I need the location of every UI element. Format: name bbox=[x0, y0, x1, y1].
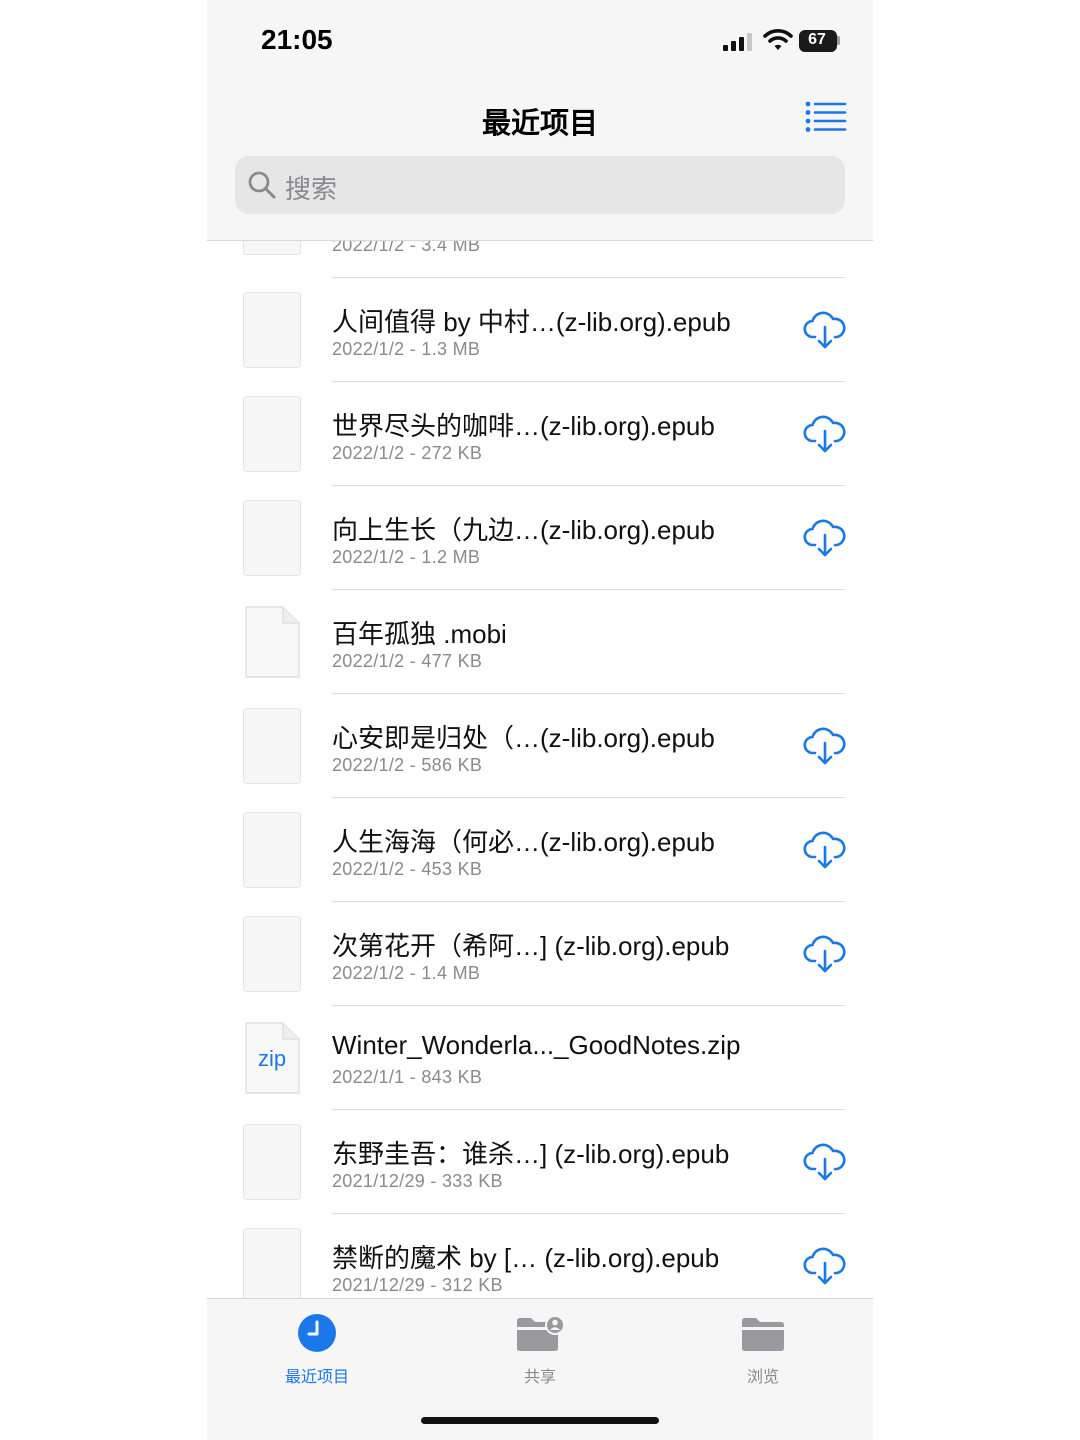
status-bar: 21:05 67 bbox=[207, 0, 873, 84]
battery-icon: 67 bbox=[799, 30, 840, 52]
navigation-header: 最近项目 搜索 bbox=[207, 84, 873, 241]
file-row[interactable]: 向上生长（九边…(z-lib.org).epub 2022/1/2 - 1.2 M… bbox=[207, 486, 873, 590]
phone-screen: 21:05 67 最近项目 搜索 2022/1/2 - 3.4 MB 人间值得 … bbox=[207, 0, 873, 1440]
file-thumbnail bbox=[243, 1228, 301, 1298]
cellular-signal-icon bbox=[723, 33, 752, 51]
file-name: 东野圭吾：谁杀…] (z-lib.org).epub bbox=[332, 1139, 730, 1169]
file-thumbnail bbox=[243, 916, 301, 992]
shared-folder-icon bbox=[517, 1315, 565, 1351]
file-row[interactable]: 禁断的魔术 by [… (z-lib.org).epub 2021/12/29 -… bbox=[207, 1214, 873, 1298]
file-thumbnail bbox=[243, 241, 301, 255]
wifi-icon bbox=[763, 29, 793, 50]
cloud-download-icon[interactable] bbox=[803, 310, 847, 350]
file-thumbnail bbox=[243, 708, 301, 784]
file-name: 世界尽头的咖啡…(z-lib.org).epub bbox=[332, 411, 715, 441]
file-thumbnail bbox=[243, 292, 301, 368]
cloud-download-icon[interactable] bbox=[803, 414, 847, 454]
tab-label: 最近项目 bbox=[284, 1369, 349, 1386]
file-thumbnail bbox=[243, 396, 301, 472]
cloud-download-icon[interactable] bbox=[803, 518, 847, 558]
file-name: 人生海海（何必…(z-lib.org).epub bbox=[332, 827, 715, 857]
tab-bar: 最近项目 共享 浏览 bbox=[207, 1298, 873, 1440]
search-placeholder: 搜索 bbox=[285, 174, 338, 204]
tab-label: 共享 bbox=[523, 1369, 556, 1386]
status-time: 21:05 bbox=[261, 24, 333, 55]
tab-label: 浏览 bbox=[746, 1369, 779, 1386]
file-row[interactable]: 人生海海（何必…(z-lib.org).epub 2022/1/2 - 453 K… bbox=[207, 798, 873, 902]
file-row[interactable]: 世界尽头的咖啡…(z-lib.org).epub 2022/1/2 - 272 K… bbox=[207, 382, 873, 486]
file-meta: 2022/1/1 - 843 KB bbox=[332, 1067, 483, 1087]
file-meta: 2022/1/2 - 586 KB bbox=[332, 755, 483, 775]
file-name: 禁断的魔术 by [… (z-lib.org).epub bbox=[332, 1243, 720, 1273]
page-title: 最近项目 bbox=[481, 108, 598, 140]
cloud-download-icon[interactable] bbox=[803, 830, 847, 870]
file-row[interactable]: 2022/1/2 - 3.4 MB bbox=[207, 241, 873, 278]
file-name: Winter_Wonderla..._GoodNotes.zip bbox=[332, 1030, 741, 1060]
file-meta: 2022/1/2 - 453 KB bbox=[332, 859, 483, 879]
file-thumbnail bbox=[243, 500, 301, 576]
file-meta: 2022/1/2 - 1.2 MB bbox=[332, 547, 481, 567]
file-name: 次第花开（希阿…] (z-lib.org).epub bbox=[332, 931, 730, 961]
search-icon bbox=[248, 171, 276, 199]
tab-browse[interactable]: 浏览 bbox=[693, 1311, 833, 1386]
file-name: 心安即是归处（…(z-lib.org).epub bbox=[332, 723, 715, 753]
file-thumbnail bbox=[243, 812, 301, 888]
file-meta: 2021/12/29 - 333 KB bbox=[332, 1171, 503, 1191]
cloud-download-icon[interactable] bbox=[803, 934, 847, 974]
file-row[interactable]: 人间值得 by 中村…(z-lib.org).epub 2022/1/2 - 1.… bbox=[207, 278, 873, 382]
file-row[interactable]: 次第花开（希阿…] (z-lib.org).epub 2022/1/2 - 1.4… bbox=[207, 902, 873, 1006]
file-meta: 2022/1/2 - 272 KB bbox=[332, 443, 483, 463]
home-indicator bbox=[421, 1417, 659, 1424]
file-row[interactable]: 东野圭吾：谁杀…] (z-lib.org).epub 2021/12/29 - 3… bbox=[207, 1110, 873, 1214]
tab-recents[interactable]: 最近项目 bbox=[247, 1311, 387, 1386]
file-name: 百年孤独 .mobi bbox=[332, 619, 507, 649]
file-type-label: zip bbox=[257, 1046, 287, 1071]
cloud-download-icon[interactable] bbox=[803, 726, 847, 766]
file-meta: 2022/1/2 - 477 KB bbox=[332, 651, 483, 671]
file-meta: 2021/12/29 - 312 KB bbox=[332, 1275, 503, 1295]
file-meta: 2022/1/2 - 1.4 MB bbox=[332, 963, 481, 983]
cloud-download-icon[interactable] bbox=[803, 1246, 847, 1286]
battery-percentage: 67 bbox=[808, 31, 826, 48]
list-view-icon[interactable] bbox=[805, 100, 847, 134]
file-meta: 2022/1/2 - 1.3 MB bbox=[332, 339, 481, 359]
file-row[interactable]: 百年孤独 .mobi 2022/1/2 - 477 KB bbox=[207, 590, 873, 694]
file-row[interactable]: zip Winter_Wonderla..._GoodNotes.zip 2022/… bbox=[207, 1006, 873, 1110]
search-input[interactable]: 搜索 bbox=[235, 156, 845, 214]
zip-document-icon: zip bbox=[243, 1020, 301, 1096]
file-name: 向上生长（九边…(z-lib.org).epub bbox=[332, 515, 715, 545]
file-row[interactable]: 心安即是归处（…(z-lib.org).epub 2022/1/2 - 586 K… bbox=[207, 694, 873, 798]
cloud-download-icon[interactable] bbox=[803, 1142, 847, 1182]
folder-icon bbox=[742, 1318, 784, 1351]
clock-icon bbox=[298, 1314, 336, 1352]
file-list[interactable]: 2022/1/2 - 3.4 MB 人间值得 by 中村…(z-lib.org).… bbox=[207, 241, 873, 1298]
file-name: 人间值得 by 中村…(z-lib.org).epub bbox=[332, 307, 731, 337]
document-icon bbox=[243, 604, 301, 680]
file-meta: 2022/1/2 - 3.4 MB bbox=[332, 241, 481, 255]
file-thumbnail bbox=[243, 1124, 301, 1200]
tab-shared[interactable]: 共享 bbox=[470, 1311, 610, 1386]
